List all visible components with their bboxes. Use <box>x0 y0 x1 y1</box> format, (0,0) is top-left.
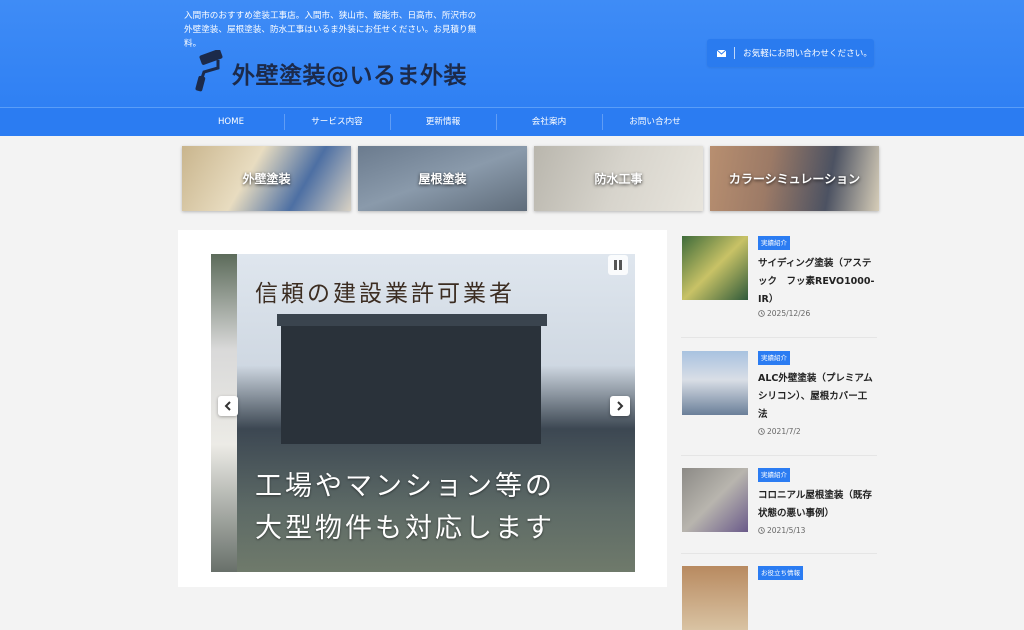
hero-slide[interactable]: 信頼の建設業許可業者 工場やマンション等の 大型物件も対応します <box>211 254 635 572</box>
post-title[interactable]: ALC外壁塗装（プレミアムシリコン）、屋根カバー工法 <box>758 370 875 424</box>
slide-subtitle-line1: 工場やマンション等の <box>255 471 555 502</box>
post-divider <box>681 337 877 338</box>
post-title[interactable]: コロニアル屋根塗装（既存状態の悪い事例） <box>758 487 875 523</box>
post-category-badge[interactable]: 実績紹介 <box>758 236 790 250</box>
nav-item-company[interactable]: 会社案内 <box>496 108 602 136</box>
tile-waterproofing[interactable]: 防水工事 <box>534 146 703 211</box>
nav-item-services[interactable]: サービス内容 <box>284 108 390 136</box>
post-divider <box>681 553 877 554</box>
tile-label: 屋根塗装 <box>418 172 467 186</box>
main-content: 信頼の建設業許可業者 工場やマンション等の 大型物件も対応します <box>178 230 667 587</box>
post-thumbnail[interactable] <box>682 236 748 300</box>
post-thumbnail[interactable] <box>682 351 748 415</box>
pause-icon[interactable] <box>608 255 628 275</box>
tile-roof-painting[interactable]: 屋根塗装 <box>358 146 527 211</box>
nav-item-contact[interactable]: お問い合わせ <box>602 108 708 136</box>
site-tagline: 入間市のおすすめ塗装工事店。入間市、狭山市、飯能市、日高市、所沢市の外壁塗装、屋… <box>184 11 477 49</box>
post-date-text: 2025/12/26 <box>767 309 811 318</box>
post-date: 2025/12/26 <box>758 309 810 318</box>
mail-icon <box>717 49 726 57</box>
paint-roller-icon[interactable] <box>188 50 226 92</box>
contact-button-label: お気軽にお問い合わせください。 <box>743 49 872 59</box>
chevron-left-icon[interactable] <box>218 396 238 416</box>
clock-icon <box>758 310 765 317</box>
category-tiles: 外壁塗装 屋根塗装 防水工事 カラーシミュレーション <box>182 146 879 211</box>
site-header: 入間市のおすすめ塗装工事店。入間市、狭山市、飯能市、日高市、所沢市の外壁塗装、屋… <box>0 0 1024 107</box>
nav-item-updates[interactable]: 更新情報 <box>390 108 496 136</box>
tile-exterior-painting[interactable]: 外壁塗装 <box>182 146 351 211</box>
tile-label: 防水工事 <box>594 172 643 186</box>
nav-item-home[interactable]: HOME <box>178 108 284 136</box>
slide-title: 信頼の建設業許可業者 <box>255 281 515 307</box>
post-date-text: 2021/5/13 <box>767 526 806 535</box>
post-divider <box>681 455 877 456</box>
tile-color-simulation[interactable]: カラーシミュレーション <box>710 146 879 211</box>
post-category-badge[interactable]: 実績紹介 <box>758 351 790 365</box>
clock-icon <box>758 527 765 534</box>
tile-label: 外壁塗装 <box>242 172 291 186</box>
site-logo[interactable]: 外壁塗装@いるま外装 <box>232 56 467 90</box>
contact-button[interactable]: お気軽にお問い合わせください。 <box>707 39 874 67</box>
clock-icon <box>758 428 765 435</box>
post-title[interactable]: サイディング塗装（アステック フッ素REVO1000-IR） <box>758 255 875 309</box>
tile-label: カラーシミュレーション <box>728 172 861 186</box>
post-date-text: 2021/7/2 <box>767 427 801 436</box>
contact-separator <box>734 47 735 59</box>
building-image <box>277 314 547 444</box>
global-nav: HOME サービス内容 更新情報 会社案内 お問い合わせ <box>0 107 1024 136</box>
post-date: 2021/7/2 <box>758 427 801 436</box>
post-category-badge[interactable]: お役立ち情報 <box>758 566 803 580</box>
slide-subtitle-line2: 大型物件も対応します <box>255 513 555 544</box>
post-date: 2021/5/13 <box>758 526 805 535</box>
post-category-badge[interactable]: 実績紹介 <box>758 468 790 482</box>
post-thumbnail[interactable] <box>682 468 748 532</box>
chevron-right-icon[interactable] <box>610 396 630 416</box>
post-thumbnail[interactable] <box>682 566 748 630</box>
